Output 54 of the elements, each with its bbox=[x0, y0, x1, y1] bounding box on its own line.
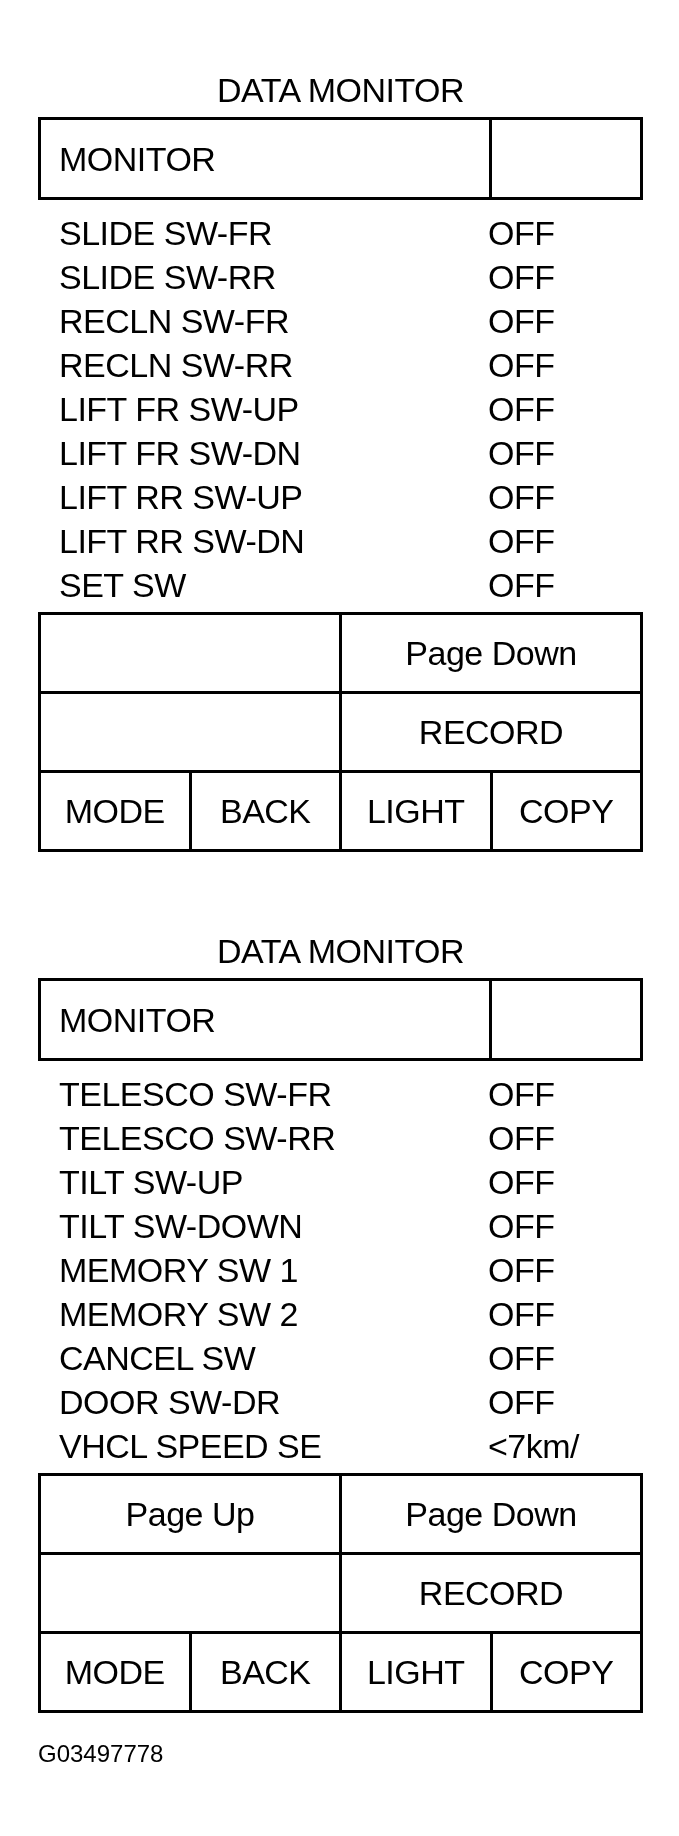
item-label: TILT SW-DOWN bbox=[58, 1209, 304, 1243]
item-value: OFF bbox=[488, 480, 555, 514]
item-value: <7km/ bbox=[488, 1429, 580, 1463]
back-button[interactable]: BACK bbox=[191, 1634, 342, 1713]
item-label: RECLN SW-RR bbox=[58, 348, 294, 382]
back-button[interactable]: BACK bbox=[191, 773, 342, 852]
column-header: MONITOR bbox=[59, 1002, 216, 1037]
item-value: OFF bbox=[488, 1165, 555, 1199]
item-value: OFF bbox=[488, 392, 555, 426]
copy-button[interactable]: COPY bbox=[492, 1634, 643, 1713]
item-value: OFF bbox=[488, 260, 555, 294]
item-value: OFF bbox=[488, 1385, 555, 1419]
page-down-button[interactable]: Page Down bbox=[342, 1476, 643, 1555]
column-header: MONITOR bbox=[59, 141, 216, 176]
item-value: OFF bbox=[488, 1253, 555, 1287]
item-value: OFF bbox=[488, 1297, 555, 1331]
item-label: MEMORY SW 1 bbox=[58, 1253, 299, 1287]
item-label: LIFT FR SW-DN bbox=[58, 436, 302, 470]
item-label: TILT SW-UP bbox=[58, 1165, 244, 1199]
copy-button[interactable]: COPY bbox=[492, 773, 643, 852]
item-label: LIFT RR SW-DN bbox=[58, 524, 306, 558]
item-value: OFF bbox=[488, 1121, 555, 1155]
page-up-button[interactable]: Page Up bbox=[41, 1476, 342, 1555]
screen-title: DATA MONITOR bbox=[216, 931, 465, 972]
item-label: CANCEL SW bbox=[58, 1341, 257, 1375]
mode-button[interactable]: MODE bbox=[41, 1634, 192, 1713]
item-value: OFF bbox=[488, 436, 555, 470]
record-button[interactable]: RECORD bbox=[342, 1555, 643, 1634]
item-label: SET SW bbox=[58, 568, 187, 602]
item-label: TELESCO SW-FR bbox=[58, 1077, 333, 1111]
item-value: OFF bbox=[488, 216, 555, 250]
figure-code: G03497778 bbox=[38, 1740, 164, 1768]
item-label: RECLN SW-FR bbox=[58, 304, 290, 338]
item-value: OFF bbox=[488, 1209, 555, 1243]
screen-title: DATA MONITOR bbox=[216, 70, 465, 111]
item-label: SLIDE SW-FR bbox=[58, 216, 273, 250]
item-value: OFF bbox=[488, 568, 555, 602]
item-label: LIFT FR SW-UP bbox=[58, 392, 300, 426]
item-value: OFF bbox=[488, 1077, 555, 1111]
item-label: LIFT RR SW-UP bbox=[58, 480, 304, 514]
item-value: OFF bbox=[488, 348, 555, 382]
light-button[interactable]: LIGHT bbox=[342, 1634, 493, 1713]
record-button[interactable]: RECORD bbox=[342, 694, 643, 773]
item-value: OFF bbox=[488, 1341, 555, 1375]
item-label: TELESCO SW-RR bbox=[58, 1121, 337, 1155]
item-value: OFF bbox=[488, 524, 555, 558]
light-button[interactable]: LIGHT bbox=[342, 773, 493, 852]
mode-button[interactable]: MODE bbox=[41, 773, 192, 852]
item-label: VHCL SPEED SE bbox=[58, 1429, 323, 1463]
item-label: MEMORY SW 2 bbox=[58, 1297, 299, 1331]
item-value: OFF bbox=[488, 304, 555, 338]
item-label: DOOR SW-DR bbox=[58, 1385, 282, 1419]
item-label: SLIDE SW-RR bbox=[58, 260, 277, 294]
page-down-button[interactable]: Page Down bbox=[342, 615, 643, 694]
